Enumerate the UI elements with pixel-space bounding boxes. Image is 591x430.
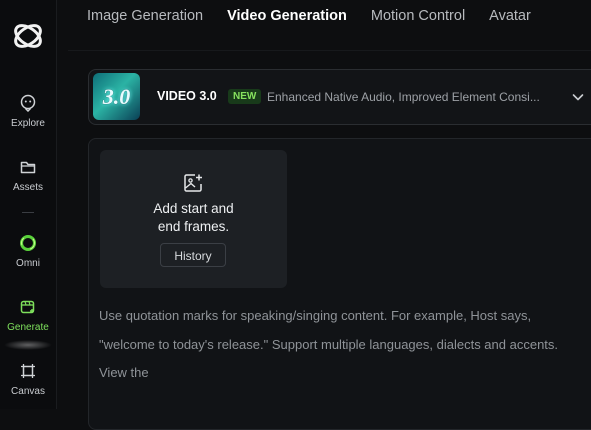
sidebar-divider [22, 212, 34, 213]
history-button[interactable]: History [160, 243, 226, 267]
tab-image-generation[interactable]: Image Generation [87, 8, 203, 24]
tabs-divider [68, 50, 591, 51]
tab-motion-control[interactable]: Motion Control [371, 8, 465, 24]
sidebar-item-label: Assets [12, 182, 43, 193]
sidebar-item-explore[interactable]: Explore [0, 94, 56, 129]
canvas-icon [21, 364, 35, 378]
chevron-down-icon[interactable] [571, 90, 585, 104]
model-thumbnail: 3.0 [93, 73, 140, 120]
sidebar-item-label: Canvas [11, 386, 45, 397]
generate-icon [20, 300, 35, 314]
prompt-input[interactable]: Use quotation marks for speaking/singing… [99, 302, 583, 388]
add-image-icon [184, 174, 202, 192]
model-selector[interactable]: 3.0 VIDEO 3.0 NEW Enhanced Native Audio,… [88, 69, 591, 125]
sidebar-item-label: Generate [7, 322, 49, 333]
tab-avatar[interactable]: Avatar [489, 8, 531, 24]
model-name: VIDEO 3.0 [157, 89, 217, 103]
sidebar-item-label: Omni [16, 258, 40, 269]
explore-icon [20, 94, 36, 112]
tab-video-generation[interactable]: Video Generation [227, 8, 347, 24]
sidebar-item-generate[interactable]: Generate [0, 298, 56, 333]
sidebar-item-canvas[interactable]: Canvas [0, 362, 56, 397]
new-badge: NEW [228, 89, 262, 104]
active-indicator [4, 340, 52, 350]
frames-instruction: Add start and end frames. [153, 201, 234, 234]
sidebar: Explore Assets Omni Generate Canvas [0, 0, 57, 409]
mode-tabs: Image Generation Video Generation Motion… [87, 0, 555, 32]
folder-icon [20, 161, 36, 174]
sidebar-item-omni[interactable]: Omni [0, 234, 56, 269]
sidebar-item-label: Explore [11, 118, 45, 129]
omni-ring-icon [20, 235, 36, 251]
app-logo-icon[interactable] [10, 18, 46, 54]
model-description: Enhanced Native Audio, Improved Element … [267, 90, 540, 104]
sidebar-item-assets[interactable]: Assets [0, 158, 56, 193]
frames-upload-area[interactable]: Add start and end frames. History [100, 150, 287, 288]
